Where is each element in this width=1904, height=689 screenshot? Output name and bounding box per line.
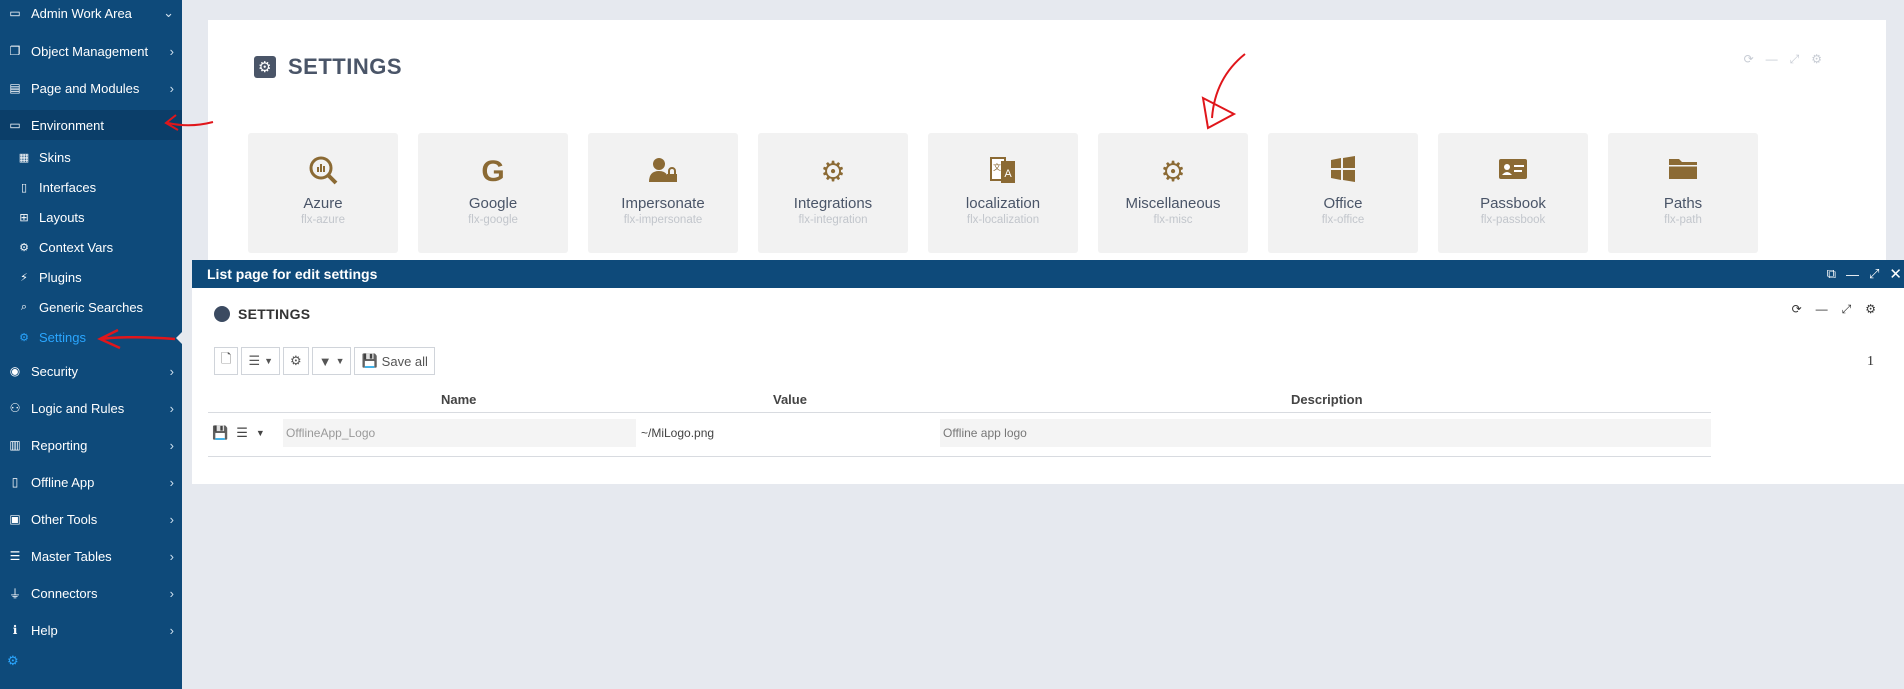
annotation-overlay (97, 53, 1246, 350)
annotation-arrow-miscellaneous (1201, 53, 1246, 130)
annotation-arrow-settings (97, 328, 176, 350)
annotation-arrow-environment (164, 114, 214, 131)
